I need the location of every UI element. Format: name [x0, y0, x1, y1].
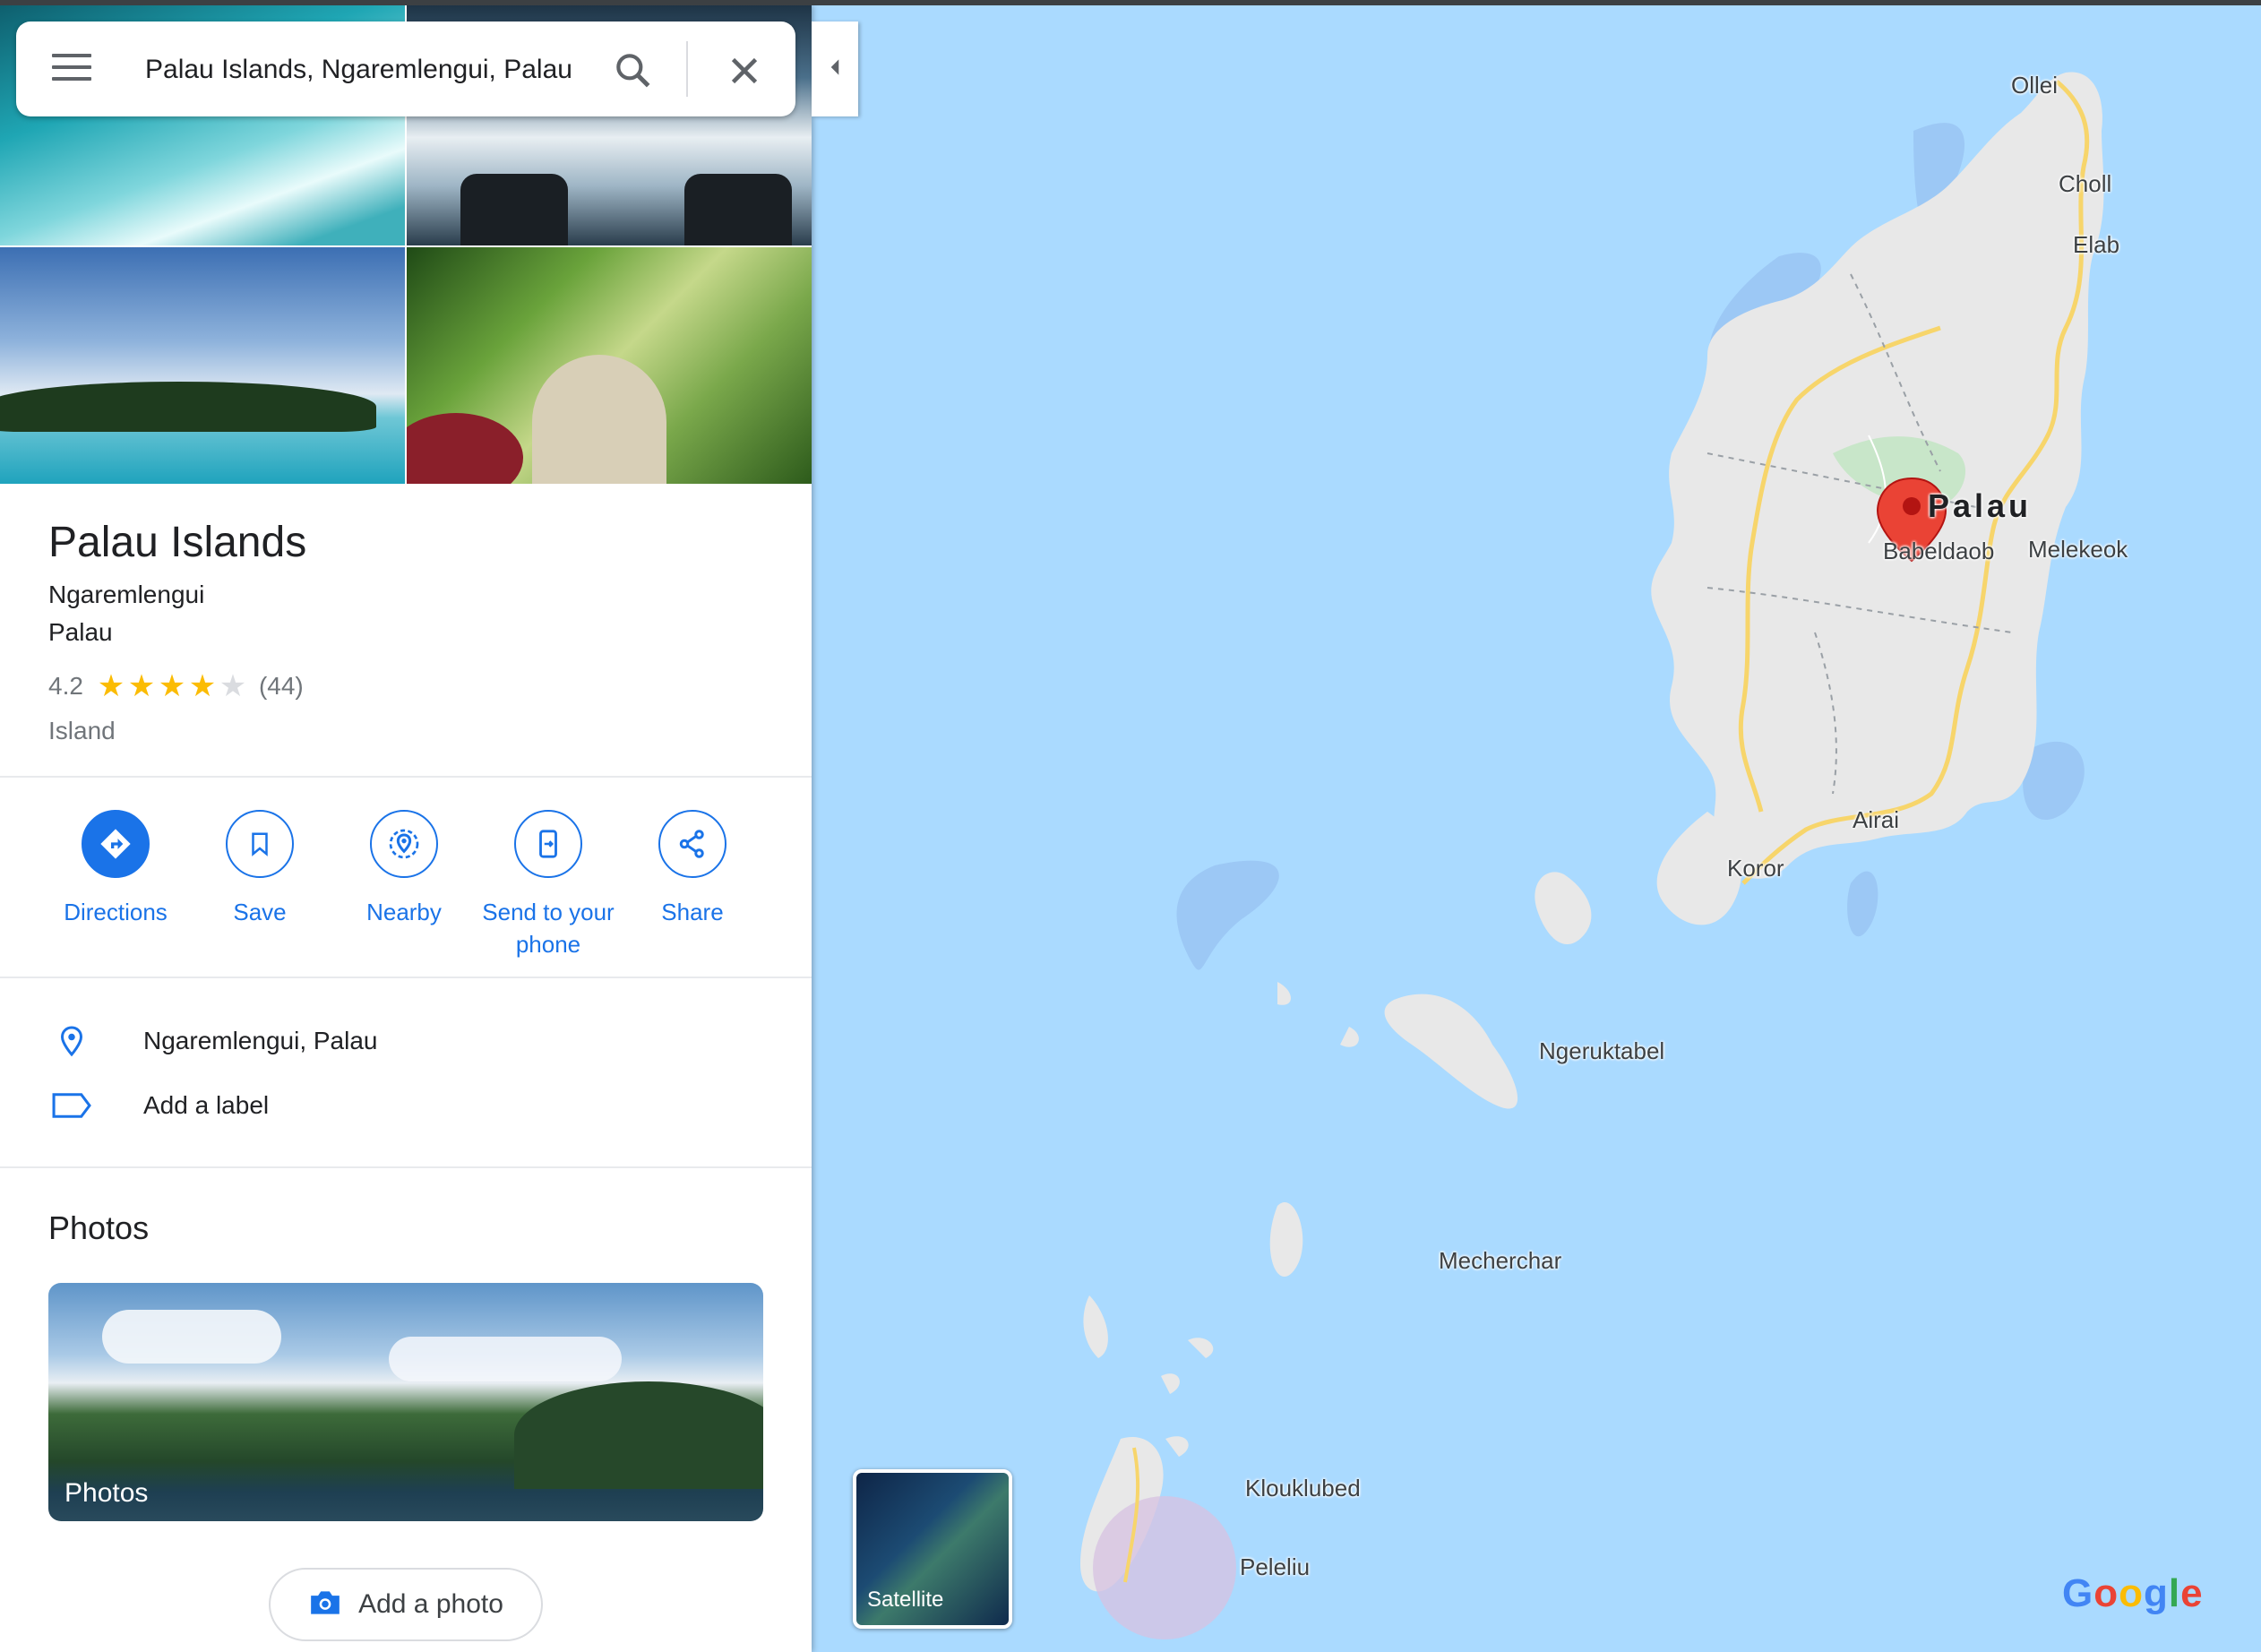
map-label-mecherchar[interactable]: Mecherchar [1439, 1247, 1561, 1275]
divider [0, 776, 812, 778]
search-divider [686, 41, 688, 97]
star-icon: ★ [127, 669, 156, 703]
search-box [16, 22, 795, 116]
photos-card[interactable]: Photos [48, 1283, 763, 1521]
bookmark-icon [226, 810, 294, 878]
address-text: Ngaremlengui, Palau [143, 1027, 378, 1054]
map-label-peleliu[interactable]: Peleliu [1240, 1553, 1310, 1581]
directions-label: Directions [64, 899, 168, 925]
collapse-panel-button[interactable] [812, 22, 858, 116]
nearby-button[interactable]: Nearby [332, 810, 476, 928]
camera-icon [308, 1588, 342, 1622]
hero-photo-jungle[interactable] [407, 247, 812, 484]
save-label: Save [233, 899, 287, 925]
send-to-phone-label: Send to your phone [482, 899, 615, 958]
hero-photo-island[interactable] [0, 247, 405, 484]
add-label-row[interactable]: Add a label [0, 1079, 812, 1132]
rating-value: 4.2 [48, 672, 83, 700]
star-icon: ★ [188, 669, 217, 703]
map-label-elab[interactable]: Elab [2073, 231, 2119, 259]
action-bar: Directions Save Nearby Send to your phon… [0, 810, 812, 971]
directions-button[interactable]: Directions [44, 810, 187, 928]
map-label-airai[interactable]: Airai [1853, 806, 1899, 834]
label-icon [0, 1090, 143, 1121]
map-canvas[interactable]: Ollei Choll Elab Palau Babeldaob Melekeo… [812, 5, 2261, 1652]
star-icon: ★ [97, 669, 125, 703]
map-label-babeldaob[interactable]: Babeldaob [1883, 538, 1994, 565]
map-label-ngeruktabel[interactable]: Ngeruktabel [1539, 1037, 1664, 1065]
share-label: Share [661, 899, 724, 925]
rating-row: 4.2 ★ ★ ★ ★ ★ (44) [48, 668, 304, 704]
divider [0, 1166, 812, 1168]
satellite-layer-toggle[interactable]: Satellite [853, 1469, 1012, 1629]
map-label-choll[interactable]: Choll [2059, 170, 2111, 198]
map-label-country[interactable]: Palau [1928, 487, 2032, 525]
map-label-klouklubed[interactable]: Klouklubed [1245, 1475, 1361, 1502]
map-label-ollei[interactable]: Ollei [2011, 72, 2058, 99]
map-label-koror[interactable]: Koror [1727, 855, 1784, 882]
add-photo-label: Add a photo [358, 1589, 503, 1619]
address-line-1: Ngaremlengui [48, 581, 205, 608]
star-icon: ★ [219, 669, 247, 703]
satellite-label: Satellite [867, 1587, 944, 1612]
place-category[interactable]: Island [48, 717, 116, 745]
photos-heading: Photos [48, 1209, 150, 1246]
menu-icon[interactable] [52, 54, 91, 84]
divider [0, 977, 812, 978]
map-graphic [812, 5, 2261, 1652]
directions-icon [82, 810, 150, 878]
address-line-2: Palau [48, 618, 113, 646]
address-row[interactable]: Ngaremlengui, Palau [0, 1014, 812, 1068]
place-panel: Palau Islands Ngaremlengui Palau 4.2 ★ ★ ★… [0, 5, 812, 1652]
close-icon[interactable] [722, 48, 767, 93]
add-label-text: Add a label [143, 1091, 270, 1119]
star-icon: ★ [158, 669, 186, 703]
photos-card-caption: Photos [64, 1478, 149, 1508]
window-top-edge [0, 0, 2261, 5]
search-input[interactable] [143, 47, 613, 93]
search-icon[interactable] [611, 48, 656, 93]
rating-stars: ★ ★ ★ ★ ★ [96, 671, 248, 701]
map-label-melekeok[interactable]: Melekeok [2028, 536, 2128, 564]
save-button[interactable]: Save [188, 810, 331, 928]
review-count[interactable]: (44) [259, 672, 304, 701]
place-title: Palau Islands [48, 519, 307, 566]
share-icon [658, 810, 726, 878]
place-marker-icon [0, 1021, 143, 1061]
send-to-phone-icon [514, 810, 582, 878]
share-button[interactable]: Share [621, 810, 764, 928]
nearby-label: Nearby [366, 899, 442, 925]
add-photo-button[interactable]: Add a photo [269, 1568, 543, 1641]
nearby-icon [370, 810, 438, 878]
chevron-left-icon [828, 58, 842, 81]
google-logo: Google [2062, 1571, 2204, 1615]
send-to-phone-button[interactable]: Send to your phone [477, 810, 620, 960]
